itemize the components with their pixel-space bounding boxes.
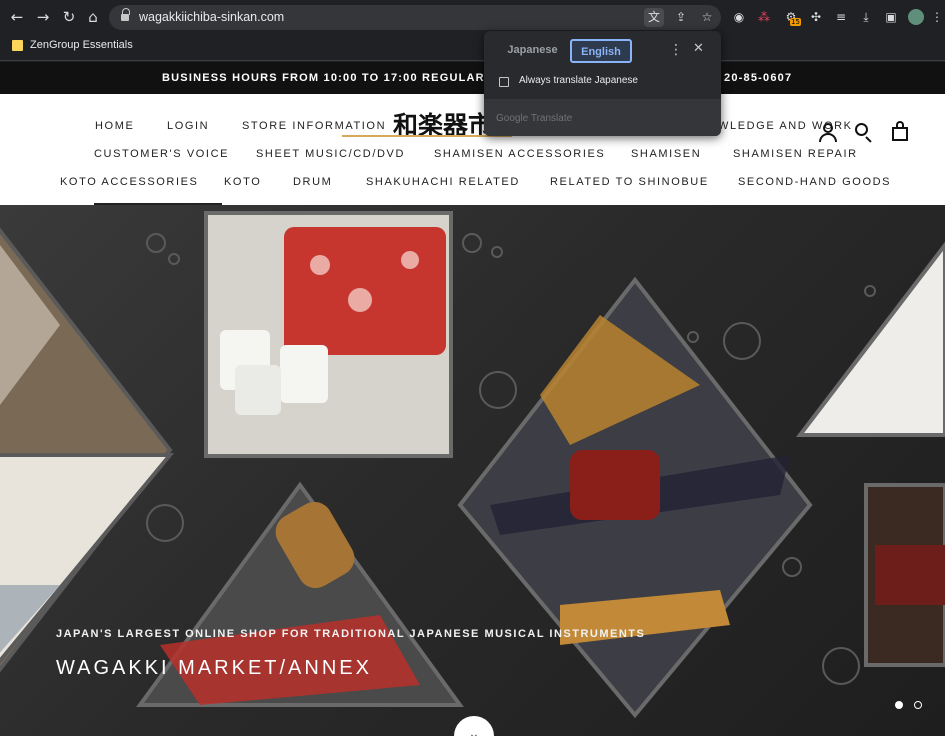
extension-g-icon[interactable]: ◉ (731, 9, 747, 25)
google-translate-label: Google Translate (496, 113, 573, 124)
home-icon[interactable]: ⌂ (84, 8, 102, 26)
shamisen-bridge-red (570, 450, 660, 520)
announcement-bar: BUSINESS HOURS FROM 10:00 TO 17:00 REGUL… (0, 62, 945, 94)
nav-koto[interactable]: KOTO (224, 176, 261, 188)
nav-customers-voice[interactable]: CUSTOMER'S VOICE (94, 148, 229, 160)
share-icon[interactable]: ⇪ (671, 8, 691, 27)
koto-pick-2 (280, 345, 328, 403)
extensions-puzzle-icon[interactable]: ✣ (808, 9, 824, 25)
forward-icon[interactable]: → (34, 8, 52, 26)
nav-shamisen[interactable]: SHAMISEN (631, 148, 701, 160)
browser-toolbar: ← → ↻ ⌂ wagakkiichiba-sinkan.com 文 ⇪ ☆ ◉… (0, 0, 945, 35)
back-icon[interactable]: ← (8, 8, 26, 26)
url-text[interactable]: wagakkiichiba-sinkan.com (139, 10, 284, 24)
more-options-icon[interactable]: ⋮ (669, 42, 683, 58)
account-icon[interactable] (818, 122, 838, 142)
profile-avatar[interactable] (908, 9, 924, 25)
right-instrument-image (795, 241, 945, 437)
nav-home[interactable]: HOME (95, 120, 134, 132)
address-bar[interactable]: wagakkiichiba-sinkan.com 文 ⇪ ☆ (109, 5, 721, 30)
nav-drum[interactable]: DRUM (293, 176, 332, 188)
always-translate-checkbox[interactable] (499, 77, 509, 87)
site-header: HOME LOGIN STORE INFORMATION WLEDGE AND … (0, 94, 945, 205)
nav-second-hand-goods[interactable]: SECOND-HAND GOODS (738, 176, 891, 188)
nav-store-information[interactable]: STORE INFORMATION (242, 120, 386, 132)
reload-icon[interactable]: ↻ (60, 8, 78, 26)
tab-japanese[interactable]: Japanese (502, 39, 563, 63)
announcement-phone: 20-85-0607 (724, 72, 793, 84)
extension-badge-icon[interactable]: ⚙ 15 (783, 9, 801, 26)
nav-login[interactable]: LOGIN (167, 120, 209, 132)
cart-bag-icon[interactable] (890, 121, 910, 141)
extension-asana-icon[interactable]: ⁂ (756, 9, 772, 25)
download-icon[interactable]: ⤓ (858, 9, 874, 25)
close-icon[interactable]: ✕ (693, 41, 704, 56)
nav-shakuhachi-related[interactable]: SHAKUHACHI RELATED (366, 176, 520, 188)
nav-shamisen-accessories[interactable]: SHAMISEN ACCESSORIES (434, 148, 605, 160)
media-queue-icon[interactable]: ≡ (833, 9, 849, 25)
hero-slideshow: JAPAN'S LARGEST ONLINE SHOP FOR TRADITIO… (0, 205, 945, 736)
side-panel-icon[interactable]: ▣ (883, 9, 899, 25)
extension-badge: 15 (790, 18, 801, 26)
hero-subtitle: JAPAN'S LARGEST ONLINE SHOP FOR TRADITIO… (56, 628, 646, 640)
nav-sheet-music[interactable]: SHEET MUSIC/CD/DVD (256, 148, 405, 160)
announcement-text: BUSINESS HOURS FROM 10:00 TO 17:00 REGUL… (162, 72, 516, 84)
lock-icon[interactable] (121, 8, 130, 22)
hero-title: WAGAKKI MARKET/ANNEX (56, 657, 372, 679)
bookmark-star-icon[interactable]: ☆ (697, 8, 717, 27)
translate-icon[interactable]: 文 (644, 8, 664, 27)
bookmark-zengroup[interactable]: ZenGroup Essentials (30, 39, 133, 51)
nav-koto-accessories[interactable]: KOTO ACCESSORIES (60, 176, 198, 188)
nav-shamisen-repair[interactable]: SHAMISEN REPAIR (733, 148, 858, 160)
slide-dot-1[interactable] (895, 701, 903, 709)
tab-english[interactable]: English (570, 39, 632, 63)
folder-icon (12, 40, 23, 51)
translate-footer: Google Translate (484, 99, 721, 136)
always-translate-label[interactable]: Always translate Japanese (519, 75, 638, 86)
chevron-down-icon: ⌄ (468, 726, 480, 736)
search-icon[interactable] (854, 122, 874, 143)
translate-popup: Japanese English ⋮ ✕ Always translate Ja… (484, 31, 721, 136)
shamisen-case-image (0, 453, 175, 664)
slide-dot-2[interactable] (914, 701, 922, 709)
nav-related-to-shinobue[interactable]: RELATED TO SHINOBUE (550, 176, 709, 188)
menu-dots-icon[interactable]: ⋮ (929, 9, 945, 25)
bookmarks-bar: ZenGroup Essentials (0, 35, 945, 61)
